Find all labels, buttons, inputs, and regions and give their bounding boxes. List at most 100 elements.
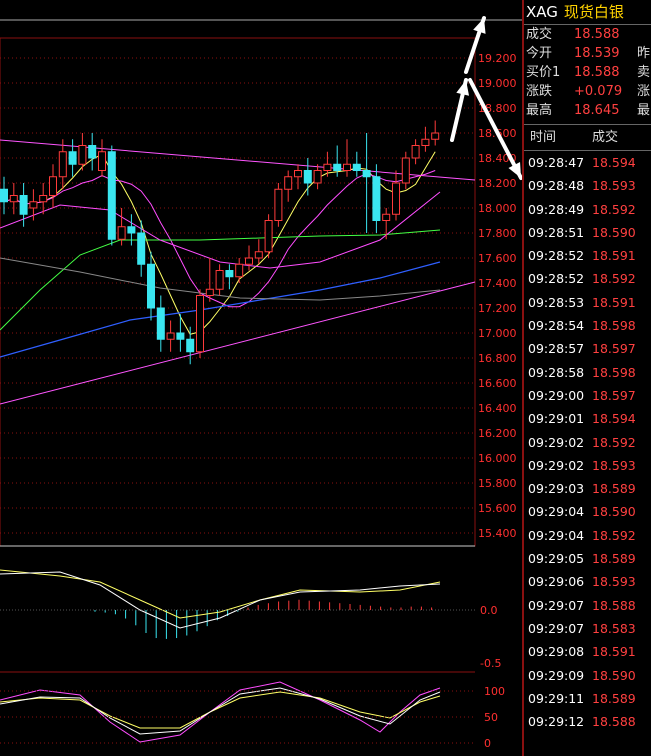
candle-body (98, 151, 106, 171)
price-tick-label: 17.800 (478, 227, 517, 240)
tick-row[interactable]: 09:28:47 18.594 (524, 151, 651, 174)
tick-time: 09:29:07 (528, 597, 585, 613)
quote-label: 今开 (526, 46, 553, 61)
candle-body (19, 195, 28, 215)
tick-price: 18.598 (592, 364, 636, 380)
quote-header: XAG 现货白银 (524, 0, 651, 25)
candle-body (166, 332, 175, 340)
tick-row[interactable]: 09:28:58 18.598 (524, 361, 651, 384)
tick-price: 18.594 (592, 155, 636, 170)
tick-time: 09:29:01 (528, 411, 585, 427)
tick-price: 18.597 (592, 387, 636, 403)
candle-body (117, 226, 126, 240)
tick-row[interactable]: 09:29:12 18.588 (524, 710, 651, 733)
tick-price: 18.583 (592, 620, 636, 636)
ticks-list[interactable]: 09:28:47 18.594 09:28:48 18.593 09:28:49 18.5… (524, 151, 651, 733)
quote-row: 今开 18.539 昨 (524, 44, 651, 63)
kdj-tick-label: 100 (484, 685, 505, 698)
tick-row[interactable]: 09:29:02 18.592 (524, 431, 651, 454)
candle-body (323, 163, 332, 171)
tick-row[interactable]: 09:29:07 18.583 (524, 617, 651, 640)
tick-row[interactable]: 09:29:08 18.591 (524, 640, 651, 663)
tick-time: 09:28:54 (528, 318, 585, 334)
tick-row[interactable]: 09:29:05 18.589 (524, 547, 651, 570)
tick-row[interactable]: 09:29:06 18.593 (524, 570, 651, 593)
tick-row[interactable]: 09:29:09 18.590 (524, 664, 651, 687)
tick-price: 18.592 (592, 527, 636, 543)
tick-row[interactable]: 09:29:07 18.588 (524, 594, 651, 617)
tick-price: 18.592 (592, 201, 636, 217)
tick-row[interactable]: 09:29:04 18.592 (524, 524, 651, 547)
tick-time: 09:29:06 (528, 574, 585, 590)
quote-value: 18.588 (574, 27, 620, 42)
macd-tick-label: -0.5 (480, 657, 501, 670)
candle-body (58, 151, 67, 178)
tick-price: 18.594 (592, 411, 636, 427)
quote-label: 涨跌 (526, 84, 553, 99)
tick-time: 09:28:57 (528, 341, 585, 357)
macd-tick-label: 0.0 (480, 604, 498, 617)
quote-label-secondary: 最 (637, 103, 651, 118)
candle-body (49, 176, 57, 196)
tick-row[interactable]: 09:29:11 18.589 (524, 687, 651, 710)
tick-price: 18.588 (592, 714, 636, 730)
candle-body (88, 145, 97, 159)
candle-body (352, 163, 361, 171)
price-tick-label: 16.800 (478, 352, 517, 365)
tick-time: 09:29:02 (528, 457, 585, 473)
quote-label-secondary: 昨 (637, 46, 651, 61)
candle-body (176, 332, 185, 340)
tick-time: 09:28:53 (528, 294, 585, 310)
tick-row[interactable]: 09:29:03 18.589 (524, 477, 651, 500)
tick-time: 09:28:47 (528, 155, 585, 170)
tick-row[interactable]: 09:29:01 18.594 (524, 407, 651, 430)
tick-time: 09:28:52 (528, 271, 585, 287)
quote-panel: XAG 现货白银 成交 18.588 今开 18.539 昨买价1 18.588 卖涨跌 +0.… (522, 0, 651, 756)
price-tick-label: 15.600 (478, 502, 517, 515)
tick-row[interactable]: 09:29:04 18.590 (524, 500, 651, 523)
candle-body (107, 151, 116, 240)
candle-body (0, 188, 8, 203)
tick-price: 18.589 (592, 481, 636, 497)
support-trendline (0, 281, 476, 405)
macd-panel (0, 569, 475, 639)
candle-body (264, 220, 273, 253)
candle-body (9, 195, 18, 203)
tick-time: 09:29:03 (528, 481, 585, 497)
candle-body (274, 188, 283, 221)
tick-price: 18.593 (592, 178, 636, 194)
tick-row[interactable]: 09:28:52 18.591 (524, 244, 651, 267)
tick-row[interactable]: 09:29:00 18.597 (524, 384, 651, 407)
candle-body (186, 338, 195, 353)
tick-row[interactable]: 09:28:52 18.592 (524, 267, 651, 290)
tick-price: 18.597 (592, 341, 636, 357)
quote-value: +0.079 (574, 84, 623, 99)
tick-price: 18.592 (592, 434, 636, 450)
tick-price: 18.591 (592, 294, 636, 310)
tick-time: 09:29:07 (528, 620, 585, 636)
main-chart-area[interactable]: 19.20019.00018.80018.60018.40018.20018.0… (0, 0, 522, 756)
price-tick-label: 15.800 (478, 477, 517, 490)
candle-body (411, 145, 420, 159)
price-tick-label: 16.200 (478, 427, 517, 440)
tick-row[interactable]: 09:28:49 18.592 (524, 198, 651, 221)
quote-row: 买价1 18.588 卖 (524, 63, 651, 82)
quote-label: 成交 (526, 27, 553, 42)
candle-body (294, 170, 302, 178)
chart-grid (0, 19, 522, 673)
tick-row[interactable]: 09:28:53 18.591 (524, 291, 651, 314)
price-tick-label: 18.000 (478, 202, 517, 215)
tick-price: 18.598 (592, 318, 636, 334)
price-tick-label: 16.400 (478, 402, 517, 415)
tick-row[interactable]: 09:28:57 18.597 (524, 337, 651, 360)
price-tick-label: 17.200 (478, 302, 517, 315)
price-tick-label: 18.200 (478, 177, 517, 190)
tick-row[interactable]: 09:29:02 18.593 (524, 454, 651, 477)
price-tick-label: 17.000 (478, 327, 517, 340)
tick-row[interactable]: 09:28:48 18.593 (524, 174, 651, 197)
tick-row[interactable]: 09:28:54 18.598 (524, 314, 651, 337)
candle-body (284, 176, 293, 190)
tick-price: 18.588 (592, 597, 636, 613)
tick-row[interactable]: 09:28:51 18.590 (524, 221, 651, 244)
ticks-header-price: 成交 (592, 130, 619, 145)
